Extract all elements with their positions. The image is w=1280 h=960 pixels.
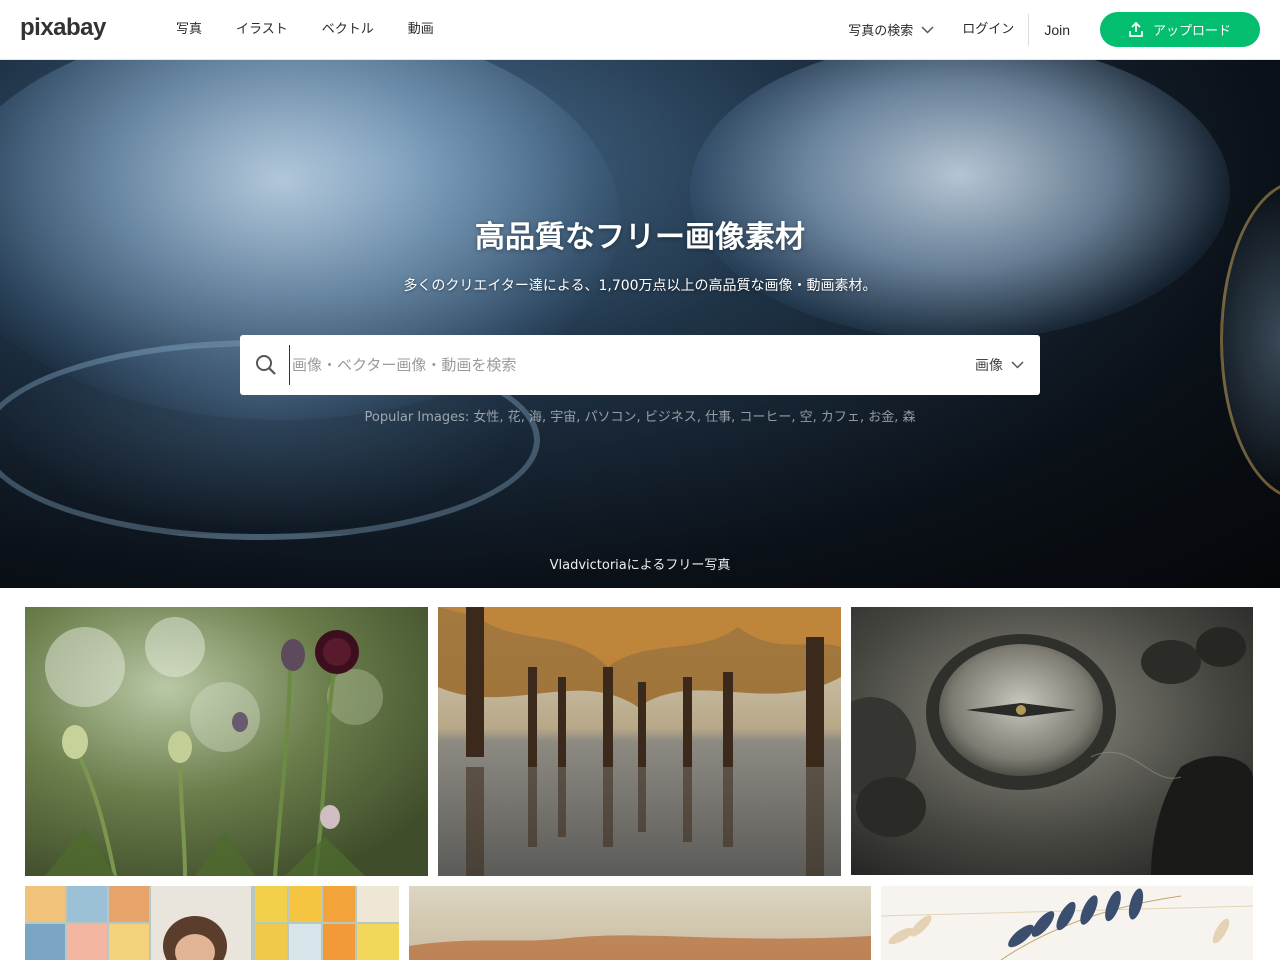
hero-title: 高品質なフリー画像素材 <box>475 220 805 255</box>
popular-term-link[interactable]: 女性 <box>473 410 499 425</box>
nav-videos[interactable]: 動画 <box>408 20 434 40</box>
header-actions: 写真の検索 ログイン Join アップロード <box>848 12 1260 47</box>
popular-term-link[interactable]: 宇宙 <box>550 410 576 425</box>
leaves-illustration <box>881 886 1253 960</box>
popular-term-link[interactable]: ビジネス <box>645 410 697 425</box>
pixabay-logo[interactable]: pixabay <box>20 14 106 42</box>
popular-prefix: Popular Images: <box>364 410 470 425</box>
upload-icon <box>1129 22 1143 37</box>
media-type-dropdown[interactable]: 画像 <box>975 355 1024 375</box>
upload-label: アップロード <box>1152 24 1231 39</box>
popular-term-link[interactable]: 花 <box>508 410 521 425</box>
search-input[interactable] <box>289 345 929 385</box>
popular-term-link[interactable]: パソコン <box>585 410 637 425</box>
search-type-label: 写真の検索 <box>848 24 914 39</box>
top-header: pixabay 写真 イラスト ベクトル 動画 写真の検索 ログイン Join … <box>0 0 1280 60</box>
popular-term-link[interactable]: 空 <box>800 410 813 425</box>
gallery-tile-flowers[interactable] <box>25 607 428 876</box>
nav-vectors[interactable]: ベクトル <box>322 20 374 40</box>
jellyfish-right-image <box>690 60 1230 340</box>
hero-search-box: 画像 <box>240 335 1040 395</box>
gallery-tile-compass[interactable] <box>851 607 1253 875</box>
gallery-tile-landscape[interactable] <box>409 886 871 960</box>
hero-subtitle: 多くのクリエイター達による、1,700万点以上の高品質な画像・動画素材。 <box>403 278 877 294</box>
media-type-label: 画像 <box>975 358 1003 374</box>
join-link[interactable]: Join <box>1044 22 1070 38</box>
chevron-down-icon <box>1011 361 1024 369</box>
compass-photo <box>851 607 1253 875</box>
gallery-tile-leaves[interactable] <box>881 886 1253 960</box>
main-nav: 写真 イラスト ベクトル 動画 <box>176 20 468 40</box>
photo-credit[interactable]: Vladvictoriaによるフリー写真 <box>0 554 1280 573</box>
popular-term-link[interactable]: カフェ <box>821 410 860 425</box>
flooded-forest-photo <box>438 607 841 876</box>
gallery-tile-flooded-forest[interactable] <box>438 607 841 876</box>
popular-term-link[interactable]: コーヒー <box>739 410 791 425</box>
popular-term-link[interactable]: お金 <box>868 410 894 425</box>
login-link[interactable]: ログイン <box>962 13 1030 46</box>
search-icon[interactable] <box>255 354 277 376</box>
popular-term-link[interactable]: 森 <box>902 410 915 425</box>
hero-banner: 高品質なフリー画像素材 多くのクリエイター達による、1,700万点以上の高品質な… <box>0 60 1280 588</box>
search-type-dropdown[interactable]: 写真の検索 <box>848 20 934 39</box>
chevron-down-icon <box>921 25 934 34</box>
landscape-photo <box>409 886 871 960</box>
popular-searches: Popular Images: 女性, 花, 海, 宇宙, パソコン, ビジネス… <box>0 406 1280 425</box>
popular-term-link[interactable]: 海 <box>529 410 542 425</box>
woman-lockers-photo <box>25 886 399 960</box>
nav-photos[interactable]: 写真 <box>176 20 202 40</box>
upload-button[interactable]: アップロード <box>1100 12 1260 47</box>
gallery-tile-woman-lockers[interactable] <box>25 886 399 960</box>
flowers-photo <box>25 607 428 876</box>
popular-term-link[interactable]: 仕事 <box>705 410 731 425</box>
nav-illustrations[interactable]: イラスト <box>236 20 288 40</box>
popular-terms-list: 女性, 花, 海, 宇宙, パソコン, ビジネス, 仕事, コーヒー, 空, カ… <box>473 410 916 425</box>
